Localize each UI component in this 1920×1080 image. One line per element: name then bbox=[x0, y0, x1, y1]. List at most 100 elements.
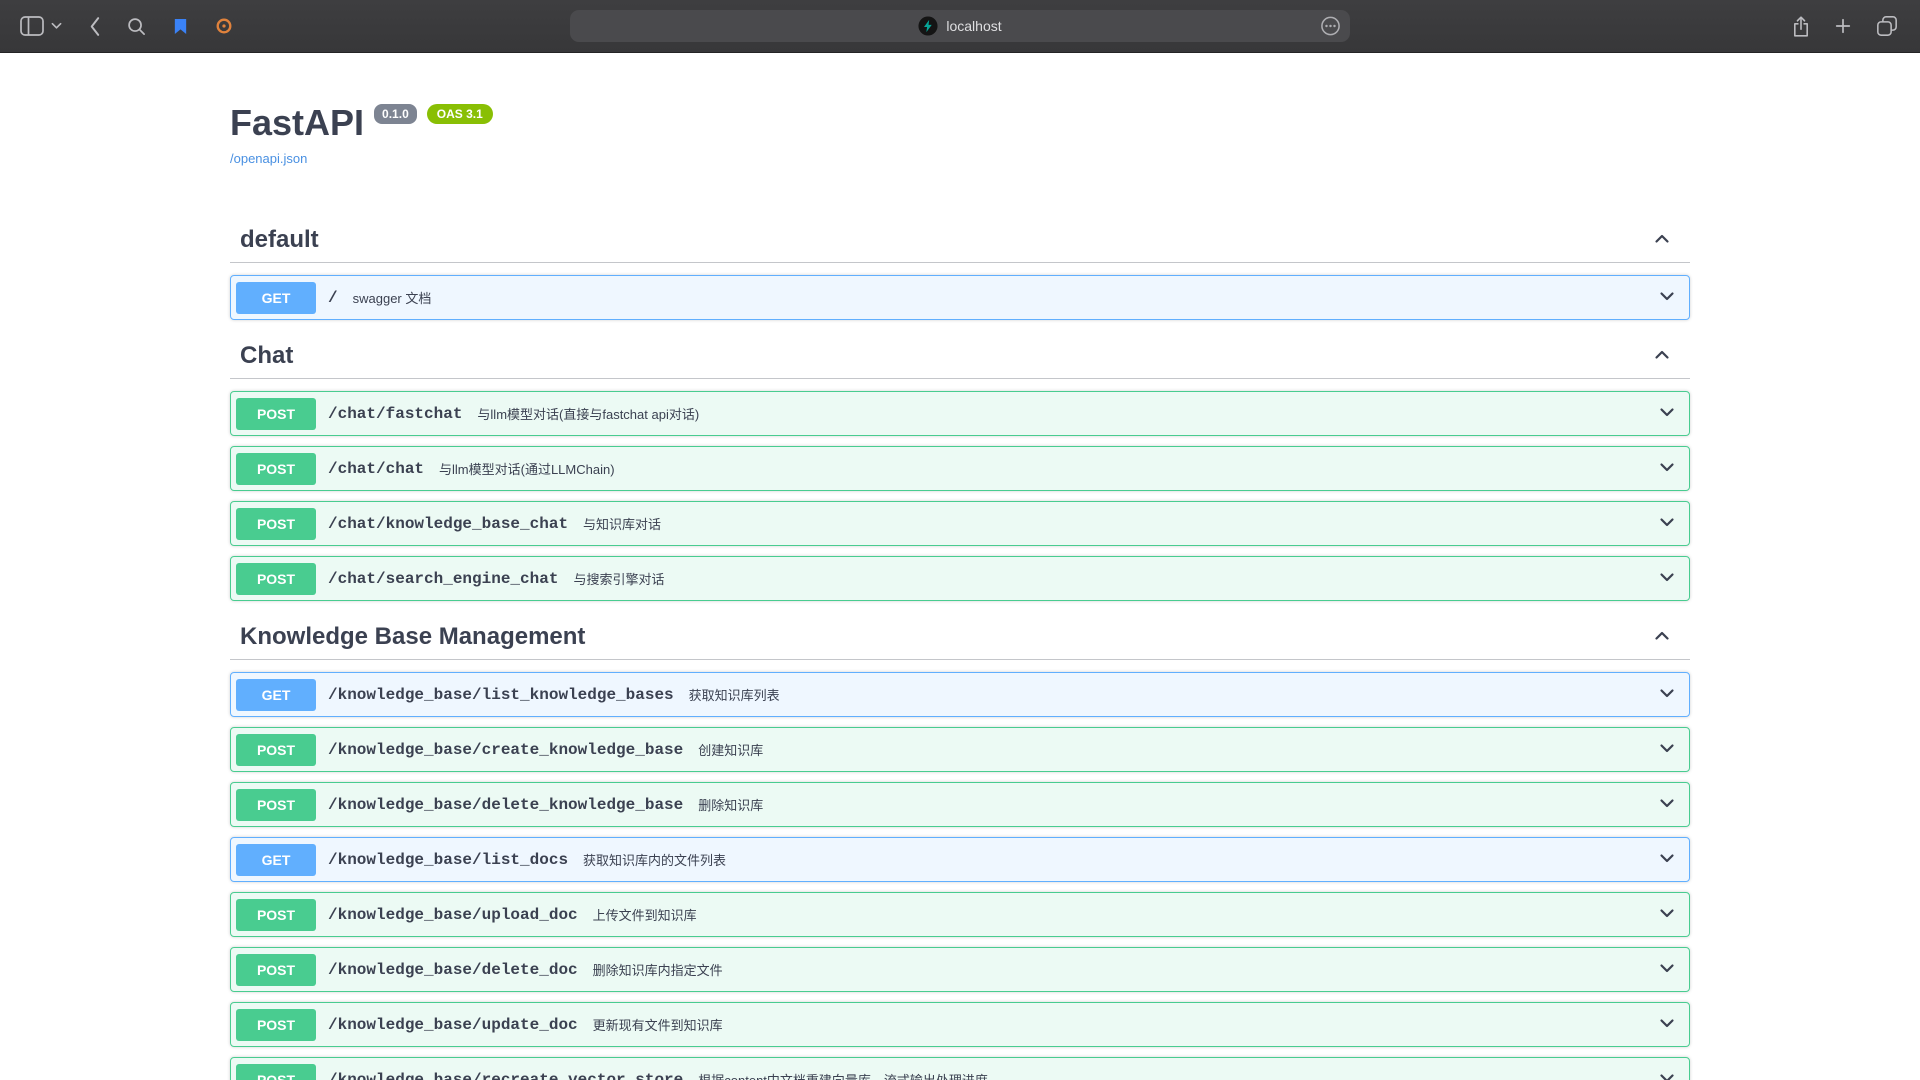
api-info: FastAPI 0.1.0 OAS 3.1 /openapi.json bbox=[230, 101, 1690, 168]
api-sections: default GET / swagger 文档 Chat bbox=[230, 218, 1690, 1080]
operation-description: 与知识库对话 bbox=[583, 514, 661, 533]
extension-bookmark-icon[interactable] bbox=[172, 17, 189, 36]
page-content: FastAPI 0.1.0 OAS 3.1 /openapi.json defa… bbox=[0, 53, 1920, 1080]
operation-expand-button[interactable] bbox=[1657, 512, 1677, 535]
chevron-down-icon bbox=[1657, 1068, 1677, 1080]
chevron-down-icon bbox=[1657, 286, 1677, 309]
page-title: FastAPI 0.1.0 OAS 3.1 bbox=[230, 101, 1690, 145]
operation-row[interactable]: POST /chat/search_engine_chat 与搜索引擎对话 bbox=[230, 556, 1690, 601]
operation-row[interactable]: GET / swagger 文档 bbox=[230, 275, 1690, 320]
api-section: default GET / swagger 文档 bbox=[230, 218, 1690, 320]
operation-path: /knowledge_base/list_knowledge_bases bbox=[328, 686, 674, 704]
section-collapse-button[interactable] bbox=[1652, 229, 1672, 252]
section-header[interactable]: Knowledge Base Management bbox=[230, 615, 1690, 660]
operation-path: / bbox=[328, 289, 338, 307]
operation-path: /knowledge_base/delete_doc bbox=[328, 961, 578, 979]
section-collapse-button[interactable] bbox=[1652, 626, 1672, 649]
toolbar-left-group bbox=[0, 16, 233, 37]
operation-path: /knowledge_base/recreate_vector_store bbox=[328, 1071, 683, 1080]
chevron-down-icon bbox=[1657, 457, 1677, 480]
chevron-down-icon bbox=[1657, 958, 1677, 981]
operation-method-badge: GET bbox=[236, 679, 316, 711]
section-collapse-button[interactable] bbox=[1652, 345, 1672, 368]
extension-ring-icon[interactable] bbox=[215, 17, 233, 35]
operation-path: /chat/search_engine_chat bbox=[328, 570, 558, 588]
chevron-down-icon bbox=[1657, 903, 1677, 926]
operation-method-badge: POST bbox=[236, 954, 316, 986]
operation-description: 创建知识库 bbox=[698, 740, 763, 759]
openapi-spec-link[interactable]: /openapi.json bbox=[230, 151, 307, 166]
operation-method-badge: POST bbox=[236, 734, 316, 766]
operation-row[interactable]: POST /chat/fastchat 与llm模型对话(直接与fastchat… bbox=[230, 391, 1690, 436]
api-section: Chat POST /chat/fastchat 与llm模型对话(直接与fas… bbox=[230, 334, 1690, 601]
operation-row[interactable]: POST /knowledge_base/delete_knowledge_ba… bbox=[230, 782, 1690, 827]
operation-row[interactable]: POST /knowledge_base/upload_doc 上传文件到知识库 bbox=[230, 892, 1690, 937]
operation-expand-button[interactable] bbox=[1657, 286, 1677, 309]
sidebar-toggle-icon[interactable] bbox=[20, 16, 44, 36]
url-text: localhost bbox=[946, 18, 1001, 34]
operation-row[interactable]: POST /knowledge_base/delete_doc 删除知识库内指定… bbox=[230, 947, 1690, 992]
search-icon[interactable] bbox=[127, 17, 146, 36]
operation-row[interactable]: POST /knowledge_base/update_doc 更新现有文件到知… bbox=[230, 1002, 1690, 1047]
section-header[interactable]: Chat bbox=[230, 334, 1690, 379]
chevron-down-icon bbox=[1657, 1013, 1677, 1036]
operation-path: /knowledge_base/upload_doc bbox=[328, 906, 578, 924]
operation-row[interactable]: POST /chat/knowledge_base_chat 与知识库对话 bbox=[230, 501, 1690, 546]
operation-expand-button[interactable] bbox=[1657, 793, 1677, 816]
operation-description: 根据content中文档重建向量库，流式输出处理进度。 bbox=[698, 1070, 1001, 1080]
address-bar[interactable]: localhost bbox=[570, 10, 1350, 42]
operation-path: /knowledge_base/delete_knowledge_base bbox=[328, 796, 683, 814]
new-tab-icon[interactable] bbox=[1834, 17, 1852, 35]
operation-path: /knowledge_base/create_knowledge_base bbox=[328, 741, 683, 759]
share-icon[interactable] bbox=[1792, 15, 1810, 38]
operation-path: /knowledge_base/update_doc bbox=[328, 1016, 578, 1034]
api-title-text: FastAPI bbox=[230, 101, 364, 145]
section-header[interactable]: default bbox=[230, 218, 1690, 263]
operation-description: 与llm模型对话(通过LLMChain) bbox=[439, 459, 615, 478]
swagger-container: FastAPI 0.1.0 OAS 3.1 /openapi.json defa… bbox=[210, 101, 1710, 1080]
operation-row[interactable]: GET /knowledge_base/list_docs 获取知识库内的文件列… bbox=[230, 837, 1690, 882]
page-settings-ellipsis-icon[interactable] bbox=[1320, 16, 1341, 37]
operation-description: 与llm模型对话(直接与fastchat api对话) bbox=[477, 404, 699, 423]
operation-method-badge: POST bbox=[236, 789, 316, 821]
section-operations: POST /chat/fastchat 与llm模型对话(直接与fastchat… bbox=[230, 391, 1690, 601]
api-section: Knowledge Base Management GET /knowledge… bbox=[230, 615, 1690, 1080]
operation-expand-button[interactable] bbox=[1657, 1013, 1677, 1036]
operation-row[interactable]: POST /knowledge_base/recreate_vector_sto… bbox=[230, 1057, 1690, 1080]
operation-path: /chat/knowledge_base_chat bbox=[328, 515, 568, 533]
operation-expand-button[interactable] bbox=[1657, 958, 1677, 981]
version-badge: 0.1.0 bbox=[374, 104, 417, 124]
operation-description: 删除知识库 bbox=[698, 795, 763, 814]
operation-expand-button[interactable] bbox=[1657, 683, 1677, 706]
operation-expand-button[interactable] bbox=[1657, 1068, 1677, 1080]
operation-row[interactable]: GET /knowledge_base/list_knowledge_bases… bbox=[230, 672, 1690, 717]
operation-expand-button[interactable] bbox=[1657, 903, 1677, 926]
operation-description: 更新现有文件到知识库 bbox=[593, 1015, 723, 1034]
operation-method-badge: GET bbox=[236, 282, 316, 314]
operation-method-badge: GET bbox=[236, 844, 316, 876]
operation-method-badge: POST bbox=[236, 453, 316, 485]
section-title: default bbox=[240, 226, 319, 254]
toolbar-right-group bbox=[1792, 15, 1920, 38]
section-title: Chat bbox=[240, 342, 293, 370]
section-title: Knowledge Base Management bbox=[240, 623, 585, 651]
operation-description: 获取知识库内的文件列表 bbox=[583, 850, 726, 869]
operation-expand-button[interactable] bbox=[1657, 567, 1677, 590]
operation-method-badge: POST bbox=[236, 508, 316, 540]
back-icon[interactable] bbox=[88, 16, 101, 37]
sidebar-chevron-down-icon[interactable] bbox=[51, 22, 62, 30]
operation-row[interactable]: POST /chat/chat 与llm模型对话(通过LLMChain) bbox=[230, 446, 1690, 491]
operation-expand-button[interactable] bbox=[1657, 457, 1677, 480]
chevron-down-icon bbox=[1657, 402, 1677, 425]
chevron-up-icon bbox=[1652, 229, 1672, 252]
tab-overview-icon[interactable] bbox=[1876, 15, 1898, 37]
operation-description: 与搜索引擎对话 bbox=[573, 569, 664, 588]
operation-expand-button[interactable] bbox=[1657, 402, 1677, 425]
operation-method-badge: POST bbox=[236, 563, 316, 595]
operation-expand-button[interactable] bbox=[1657, 848, 1677, 871]
operation-path: /chat/fastchat bbox=[328, 405, 462, 423]
operation-path: /chat/chat bbox=[328, 460, 424, 478]
operation-expand-button[interactable] bbox=[1657, 738, 1677, 761]
operation-row[interactable]: POST /knowledge_base/create_knowledge_ba… bbox=[230, 727, 1690, 772]
operation-description: 上传文件到知识库 bbox=[593, 905, 697, 924]
